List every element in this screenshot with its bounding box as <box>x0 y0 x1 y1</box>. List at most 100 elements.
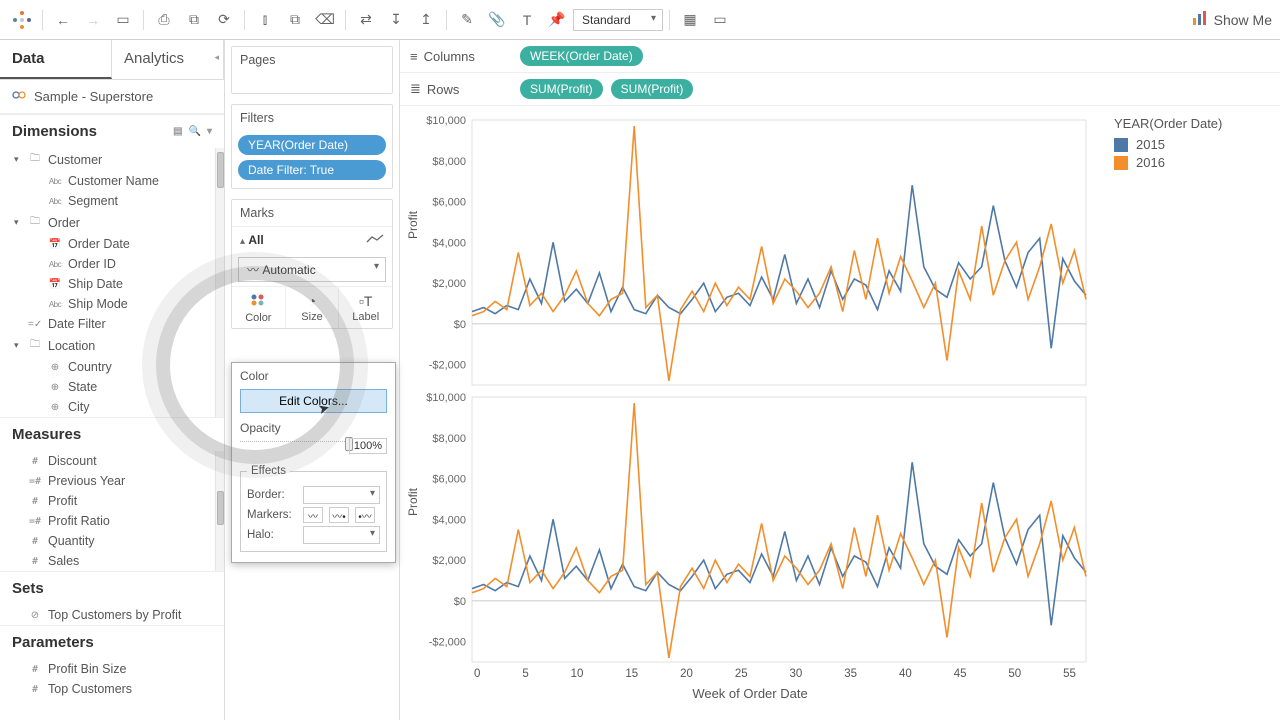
sort-asc-button[interactable]: ↧ <box>382 6 410 34</box>
legend-item-2016[interactable]: 2016 <box>1114 155 1266 170</box>
pages-label: Pages <box>232 47 392 73</box>
duplicate-button[interactable]: ⧉ <box>281 6 309 34</box>
forward-button[interactable]: → <box>79 6 107 34</box>
measures-header: Measures <box>0 417 224 451</box>
dim-order-date[interactable]: 📅Order Date <box>0 234 224 254</box>
meas-quantity[interactable]: #Quantity <box>0 531 224 551</box>
dim-ship-mode-label: Ship Mode <box>68 297 128 311</box>
marks-size-button[interactable]: ◔Size <box>286 287 340 328</box>
tab-analytics[interactable]: Analytics◂ <box>112 40 224 79</box>
dim-order[interactable]: ▾🗀Order <box>0 211 224 234</box>
color-dots-icon <box>232 293 285 310</box>
dim-ship-date[interactable]: 📅Ship Date <box>0 274 224 294</box>
halo-select[interactable] <box>303 526 380 544</box>
svg-text:$10,000: $10,000 <box>426 115 466 127</box>
param-top-cust-label: Top Customers <box>48 682 132 696</box>
filters-shelf[interactable]: Filters YEAR(Order Date) Date Filter: Tr… <box>231 104 393 189</box>
markers-auto[interactable]: 〰• <box>329 507 349 523</box>
mark-type-select[interactable]: 〰 Automatic <box>238 257 386 282</box>
datasource-row[interactable]: Sample - Superstore <box>0 80 224 114</box>
dim-order-label: Order <box>48 216 80 230</box>
popup-color-label: Color <box>240 369 387 383</box>
group-button[interactable]: 📎 <box>483 6 511 34</box>
view-icon[interactable]: ▤ <box>173 126 182 137</box>
dim-segment[interactable]: AbcSegment <box>0 191 224 211</box>
dimensions-header: Dimensions ▤🔍▾ <box>0 114 224 148</box>
svg-text:$4,000: $4,000 <box>432 237 466 249</box>
rows-shelf[interactable]: ≣ Rows SUM(Profit) SUM(Profit) <box>400 73 1280 106</box>
chart-pane-top[interactable]: Profit $10,000$8,000$6,000$4,000$2,000$0… <box>404 114 1096 391</box>
x-axis-label: Week of Order Date <box>404 686 1096 701</box>
shelves-pane: Pages Filters YEAR(Order Date) Date Filt… <box>225 40 400 720</box>
tableau-logo-icon[interactable] <box>8 6 36 34</box>
dim-customer[interactable]: ▾🗀Customer <box>0 148 224 171</box>
opacity-value[interactable]: 100% <box>349 438 387 454</box>
halo-label: Halo: <box>247 529 297 541</box>
legend-item-2015[interactable]: 2015 <box>1114 137 1266 152</box>
color-legend[interactable]: YEAR(Order Date) 2015 2016 <box>1100 106 1280 720</box>
dim-segment-label: Segment <box>68 194 118 208</box>
refresh-button[interactable]: ⟳ <box>210 6 238 34</box>
opacity-slider[interactable] <box>240 441 349 455</box>
sets-label: Sets <box>12 580 44 597</box>
dim-date-filter[interactable]: =✓Date Filter <box>0 314 224 334</box>
marks-label-button[interactable]: ▫TLabel <box>339 287 392 328</box>
meas-discount[interactable]: #Discount <box>0 451 224 471</box>
columns-shelf[interactable]: ≡Columns WEEK(Order Date) <box>400 40 1280 73</box>
dim-city[interactable]: ⊕City <box>0 397 224 417</box>
search-icon[interactable]: 🔍 <box>189 126 201 137</box>
opacity-label: Opacity <box>240 421 387 435</box>
markers-all[interactable]: •〰 <box>355 507 375 523</box>
pin-button[interactable]: 📌 <box>543 6 571 34</box>
back-button[interactable]: ← <box>49 6 77 34</box>
dim-order-id[interactable]: AbcOrder ID <box>0 254 224 274</box>
border-select[interactable] <box>303 486 380 504</box>
dim-location[interactable]: ▾🗀Location <box>0 334 224 357</box>
svg-text:$6,000: $6,000 <box>432 197 466 209</box>
pages-shelf[interactable]: Pages <box>231 46 393 94</box>
filter-pill-date[interactable]: Date Filter: True <box>238 160 386 180</box>
set-top-cust-profit[interactable]: ⊘Top Customers by Profit <box>0 605 224 625</box>
markers-none[interactable]: 〰 <box>303 507 323 523</box>
present-button[interactable]: ▭ <box>706 6 734 34</box>
param-top-cust[interactable]: #Top Customers <box>0 679 224 699</box>
sort-desc-button[interactable]: ↥ <box>412 6 440 34</box>
svg-text:$0: $0 <box>454 319 466 331</box>
viz-area[interactable]: Profit $10,000$8,000$6,000$4,000$2,000$0… <box>400 106 1100 720</box>
rows-pill-2[interactable]: SUM(Profit) <box>611 79 694 99</box>
meas-sales[interactable]: #Sales <box>0 551 224 571</box>
show-me-button[interactable]: Show Me <box>1192 10 1272 29</box>
rows-icon: ≣ <box>410 81 421 97</box>
meas-profit[interactable]: #Profit <box>0 491 224 511</box>
autoupdate-button[interactable]: ⧉ <box>180 6 208 34</box>
swap-button[interactable]: ⇄ <box>352 6 380 34</box>
marks-all-row[interactable]: ▴ All <box>232 226 392 253</box>
new-datasource-button[interactable]: ⎙ <box>150 6 178 34</box>
meas-prev-year[interactable]: =#Previous Year <box>0 471 224 491</box>
clear-button[interactable]: ⌫ <box>311 6 339 34</box>
save-button[interactable]: ▭ <box>109 6 137 34</box>
columns-pill[interactable]: WEEK(Order Date) <box>520 46 643 66</box>
y-axis-label-bottom: Profit <box>406 487 420 515</box>
new-worksheet-button[interactable]: ⫾ <box>251 6 279 34</box>
fit-select[interactable]: Standard <box>573 9 663 31</box>
filter-pill-year[interactable]: YEAR(Order Date) <box>238 135 386 155</box>
rows-pill-1[interactable]: SUM(Profit) <box>520 79 603 99</box>
meas-profit-ratio[interactable]: =#Profit Ratio <box>0 511 224 531</box>
dim-state[interactable]: ⊕State <box>0 377 224 397</box>
dim-ship-mode[interactable]: AbcShip Mode <box>0 294 224 314</box>
cards-button[interactable]: ▦ <box>676 6 704 34</box>
dim-country[interactable]: ⊕Country <box>0 357 224 377</box>
tab-data[interactable]: Data <box>0 40 112 79</box>
highlight-button[interactable]: ✎ <box>453 6 481 34</box>
labels-button[interactable]: T <box>513 6 541 34</box>
dim-customer-name[interactable]: AbcCustomer Name <box>0 171 224 191</box>
marks-color-button[interactable]: Color <box>232 287 286 328</box>
chart-pane-bottom[interactable]: Profit $10,000$8,000$6,000$4,000$2,000$0… <box>404 391 1096 668</box>
edit-colors-button[interactable]: Edit Colors... <box>240 389 387 413</box>
svg-text:$4,000: $4,000 <box>432 514 466 526</box>
menu-icon[interactable]: ▾ <box>207 126 212 137</box>
show-me-label: Show Me <box>1214 12 1272 28</box>
rows-label: Rows <box>427 82 460 97</box>
param-profit-bin[interactable]: #Profit Bin Size <box>0 659 224 679</box>
